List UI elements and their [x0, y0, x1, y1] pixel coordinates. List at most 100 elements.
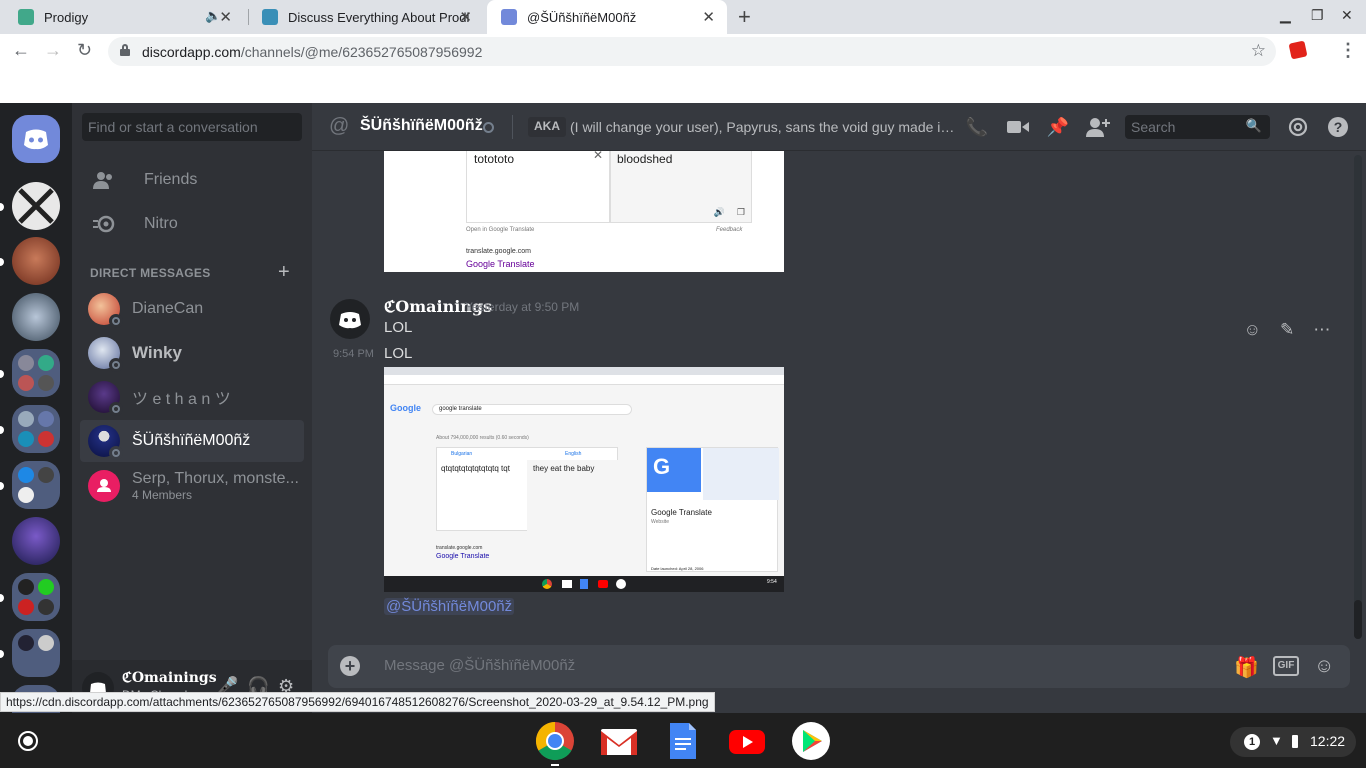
feedback-text: Feedback [716, 227, 743, 233]
new-tab-button[interactable]: + [738, 4, 751, 30]
scrollbar-track[interactable] [1354, 155, 1362, 639]
kp-title: Google Translate [651, 508, 712, 517]
nav-friends[interactable]: Friends [80, 159, 304, 201]
dm-item-sunshine[interactable]: ŠÜñšhïñëM00ñž [80, 420, 304, 462]
edit-pencil-icon[interactable]: ✎ [1280, 320, 1294, 340]
restore-icon[interactable]: ❐ [1311, 7, 1324, 24]
roblox-extension-icon[interactable] [1288, 40, 1308, 60]
header-divider [512, 115, 513, 139]
play-store-icon[interactable] [791, 721, 831, 761]
avatar [88, 425, 123, 460]
dm-item-winky[interactable]: Winky [80, 332, 304, 374]
browser-menu-icon[interactable]: ⋮ [1339, 40, 1357, 61]
back-arrow-icon[interactable]: ← [12, 40, 30, 61]
server-folder[interactable] [12, 405, 60, 453]
server-icon[interactable] [12, 182, 60, 230]
server-folder[interactable] [12, 461, 60, 509]
dm-item-ethan[interactable]: ツ e t h a n ツ [80, 376, 304, 418]
help-icon[interactable]: ? [1326, 115, 1350, 139]
emoji-icon[interactable]: ☺ [1314, 655, 1334, 678]
pinned-messages-icon[interactable]: 📌 [1046, 115, 1070, 139]
upload-plus-icon[interactable]: + [340, 656, 360, 676]
nav-nitro[interactable]: Nitro [80, 203, 304, 245]
dst-lang: English [565, 451, 582, 457]
gmail-icon[interactable] [599, 721, 639, 761]
reload-icon[interactable]: ↻ [77, 40, 92, 61]
launcher-icon[interactable] [18, 731, 38, 751]
server-folder[interactable] [12, 573, 60, 621]
dm-item-group[interactable]: Serp, Thorux, monste... 4 Members [80, 464, 304, 508]
server-icon[interactable] [12, 293, 60, 341]
discord-home-button[interactable] [12, 115, 60, 163]
svg-text:?: ? [1334, 119, 1343, 135]
src-text: qtqtqtqtqtqtqtqtq tqt [441, 464, 510, 473]
video-call-icon[interactable] [1006, 115, 1030, 139]
dm-name: Serp, Thorux, monste... [132, 470, 299, 487]
close-tab-icon[interactable]: ✕ [219, 8, 232, 26]
prodigy-favicon-icon [18, 9, 34, 25]
author-avatar[interactable] [330, 299, 370, 339]
browser-tab-bar: Prodigy 🔈 ✕ Discuss Everything About Pro… [0, 0, 1366, 34]
swords-icon [18, 188, 54, 224]
aka-badge: AKA [528, 117, 566, 137]
results-count: About 794,000,000 results (0.60 seconds) [436, 435, 529, 441]
server-icon[interactable] [12, 517, 60, 565]
create-dm-plus-icon[interactable]: + [278, 261, 290, 284]
tab-prodigy[interactable]: Prodigy 🔈 ✕ [4, 0, 244, 34]
forum-favicon-icon [262, 9, 278, 25]
google-logo: Google [390, 403, 421, 413]
chrome-icon[interactable] [535, 721, 575, 766]
system-tray[interactable]: 1 ▼ 12:22 [1230, 727, 1356, 757]
mentions-icon[interactable] [1286, 115, 1310, 139]
attachment-image[interactable]: totototo ✕ bloodshed 🔊 ❐ Open in Google … [384, 151, 784, 272]
close-window-icon[interactable]: ✕ [1341, 7, 1353, 24]
scrollbar-thumb[interactable] [1354, 600, 1362, 639]
url-text[interactable]: discordapp.com/channels/@me/623652765087… [142, 44, 482, 60]
more-options-icon[interactable]: ⋯ [1313, 320, 1330, 340]
close-tab-icon[interactable]: ✕ [702, 8, 715, 26]
message-input[interactable]: Message @ŠÜñšhïñëM00ñž [384, 657, 575, 674]
server-folder[interactable] [12, 349, 60, 397]
bookmark-star-icon[interactable]: ☆ [1251, 41, 1266, 61]
server-folder[interactable] [12, 629, 60, 677]
lock-icon [120, 44, 130, 56]
message-composer[interactable]: + Message @ŠÜñšhïñëM00ñž 🎁 GIF ☺ [328, 645, 1350, 688]
voice-call-icon[interactable]: 📞 [965, 115, 989, 139]
tab-discord-dm[interactable]: @ŠÜñšhïñëM00ñž ✕ [487, 0, 727, 34]
screenshot-attachment[interactable]: Google google translate About 794,000,00… [384, 367, 784, 592]
search-input[interactable]: Search 🔍 [1125, 115, 1270, 139]
gift-icon[interactable]: 🎁 [1234, 655, 1259, 680]
add-reaction-icon[interactable]: ☺ [1244, 320, 1261, 340]
translated-text: bloodshed [617, 152, 673, 166]
page-top-gap [0, 68, 1366, 103]
youtube-icon[interactable] [727, 721, 767, 761]
group-avatar [88, 470, 120, 502]
google-translate-logo: G [647, 448, 701, 492]
gif-button[interactable]: GIF [1273, 656, 1299, 676]
mini-tabbar [384, 367, 784, 375]
user-mention[interactable]: @ŠÜñšhïñëM00ñž [384, 598, 515, 615]
forward-arrow-icon[interactable]: → [44, 40, 62, 61]
add-friend-to-dm-icon[interactable] [1086, 115, 1110, 139]
copy-icon: ❐ [736, 207, 745, 217]
google-docs-icon[interactable] [663, 721, 703, 761]
tab-discuss[interactable]: Discuss Everything About Prodig ✕ [248, 0, 484, 34]
src-lang: Bulgarian [451, 451, 473, 457]
nav-label: Nitro [144, 215, 178, 232]
discord-logo-icon [24, 129, 48, 150]
discord-logo-icon [339, 312, 361, 329]
address-bar[interactable]: discordapp.com/channels/@me/623652765087… [108, 37, 1276, 66]
dm-name: ツ e t h a n ツ [132, 391, 231, 408]
find-conversation-input[interactable]: Find or start a conversation [82, 113, 302, 141]
image-collage [703, 448, 779, 500]
dm-section-header: DIRECT MESSAGES [90, 266, 211, 280]
unread-indicator [0, 594, 4, 602]
kp-subtitle: Website [651, 519, 669, 525]
close-tab-icon[interactable]: ✕ [459, 8, 472, 26]
minimize-icon[interactable]: ▁ [1280, 7, 1291, 24]
dm-item-dianecan[interactable]: DianeCan [80, 288, 304, 330]
notification-badge[interactable]: 1 [1244, 734, 1260, 750]
server-icon[interactable] [12, 237, 60, 285]
unread-indicator [0, 203, 4, 211]
battery-icon [1292, 735, 1298, 748]
